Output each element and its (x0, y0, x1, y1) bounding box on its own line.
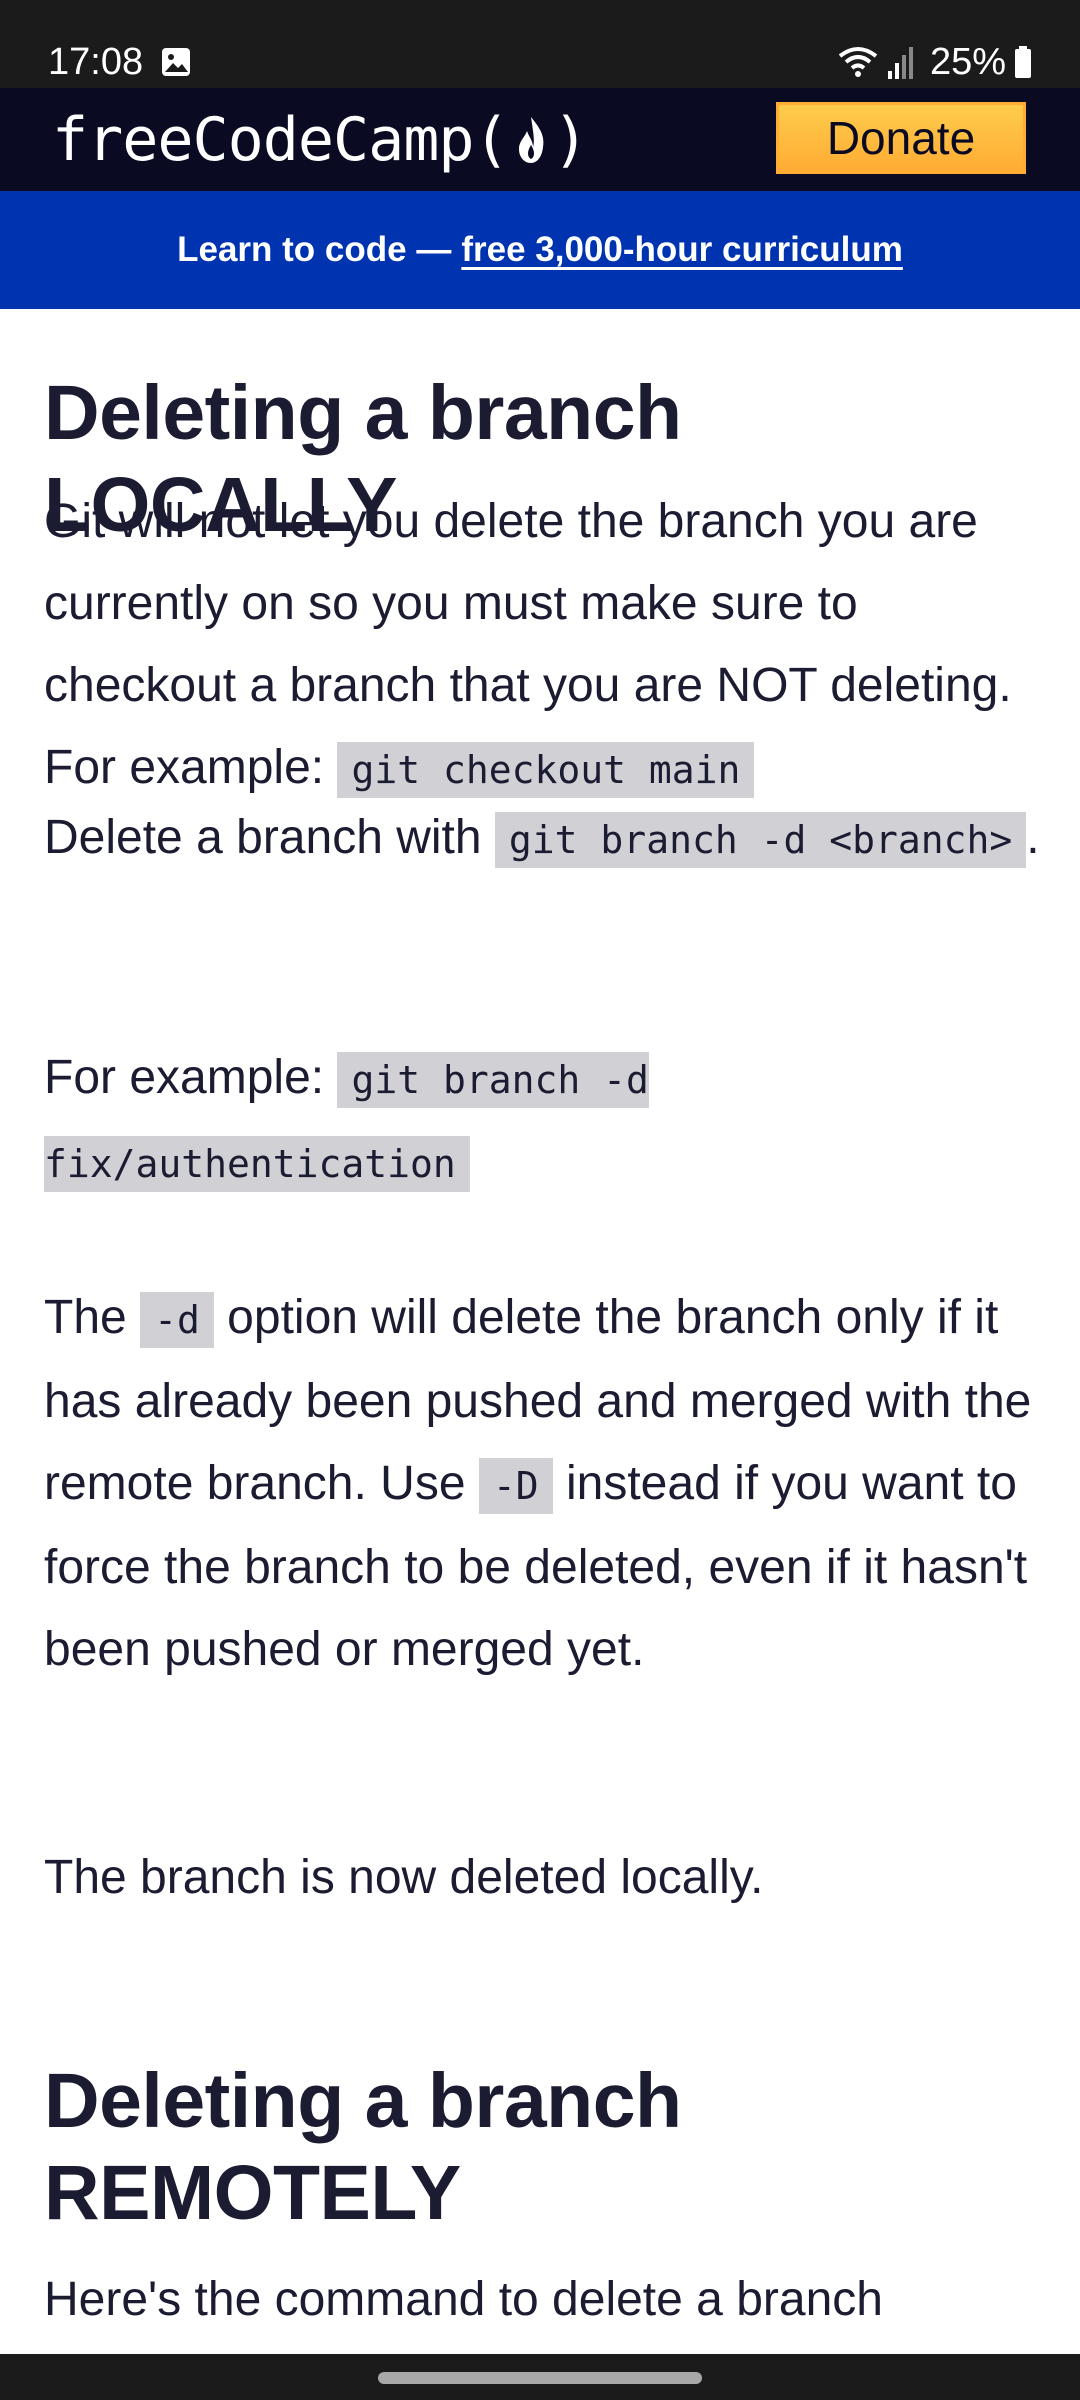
flame-icon (518, 117, 543, 163)
battery-icon (1015, 46, 1031, 78)
paragraph-deleted-locally: The branch is now deleted locally. (44, 1851, 764, 1904)
paragraph-example: For example: git branch -d fix/authentic… (44, 1037, 1054, 1205)
logo-open-paren: ( (473, 105, 509, 175)
paragraph-text: The (44, 1291, 127, 1344)
code-git-checkout: git checkout main (337, 742, 755, 798)
top-nav: freeCodeCamp ( ) Donate (0, 88, 1080, 191)
paragraph-checkout: Git will not let you delete the branch y… (44, 481, 1054, 811)
home-indicator[interactable] (378, 2372, 702, 2384)
logo-text: freeCodeCamp (52, 105, 474, 175)
paragraph-text: Delete a branch with (44, 811, 482, 864)
donate-button[interactable]: Donate (776, 102, 1026, 174)
curriculum-banner: Learn to code — free 3,000-hour curricul… (0, 191, 1080, 309)
signal-icon (887, 47, 913, 79)
status-bar: 17:08 25% (0, 0, 1080, 88)
wifi-icon (838, 47, 878, 77)
system-nav-bar (0, 2354, 1080, 2400)
status-time: 17:08 (48, 41, 144, 83)
paragraph-remote-command: Here's the command to delete a branch (44, 2273, 883, 2326)
image-icon (162, 48, 190, 76)
code-d-flag: -d (140, 1292, 214, 1348)
paragraph-d-option: The -d option will delete the branch onl… (44, 1277, 1054, 1691)
paragraph-period: . (1026, 811, 1040, 864)
freecodecamp-logo[interactable]: freeCodeCamp ( ) (52, 100, 589, 180)
status-icons: 25% (836, 38, 1032, 86)
banner-prefix: Learn to code — (177, 230, 452, 269)
battery-level: 25% (929, 40, 1006, 83)
code-git-branch-d: git branch -d <branch> (494, 812, 1027, 868)
paragraph-delete-with: Delete a branch with git branch -d <bran… (44, 797, 1054, 881)
paragraph-text: For example: (44, 1051, 325, 1104)
curriculum-link[interactable]: free 3,000-hour curriculum (461, 230, 903, 270)
logo-close-paren: ) (552, 105, 589, 175)
heading-delete-remote: Deleting a branch REMOTELY (44, 2058, 682, 2236)
code-D-flag: -D (478, 1458, 553, 1514)
